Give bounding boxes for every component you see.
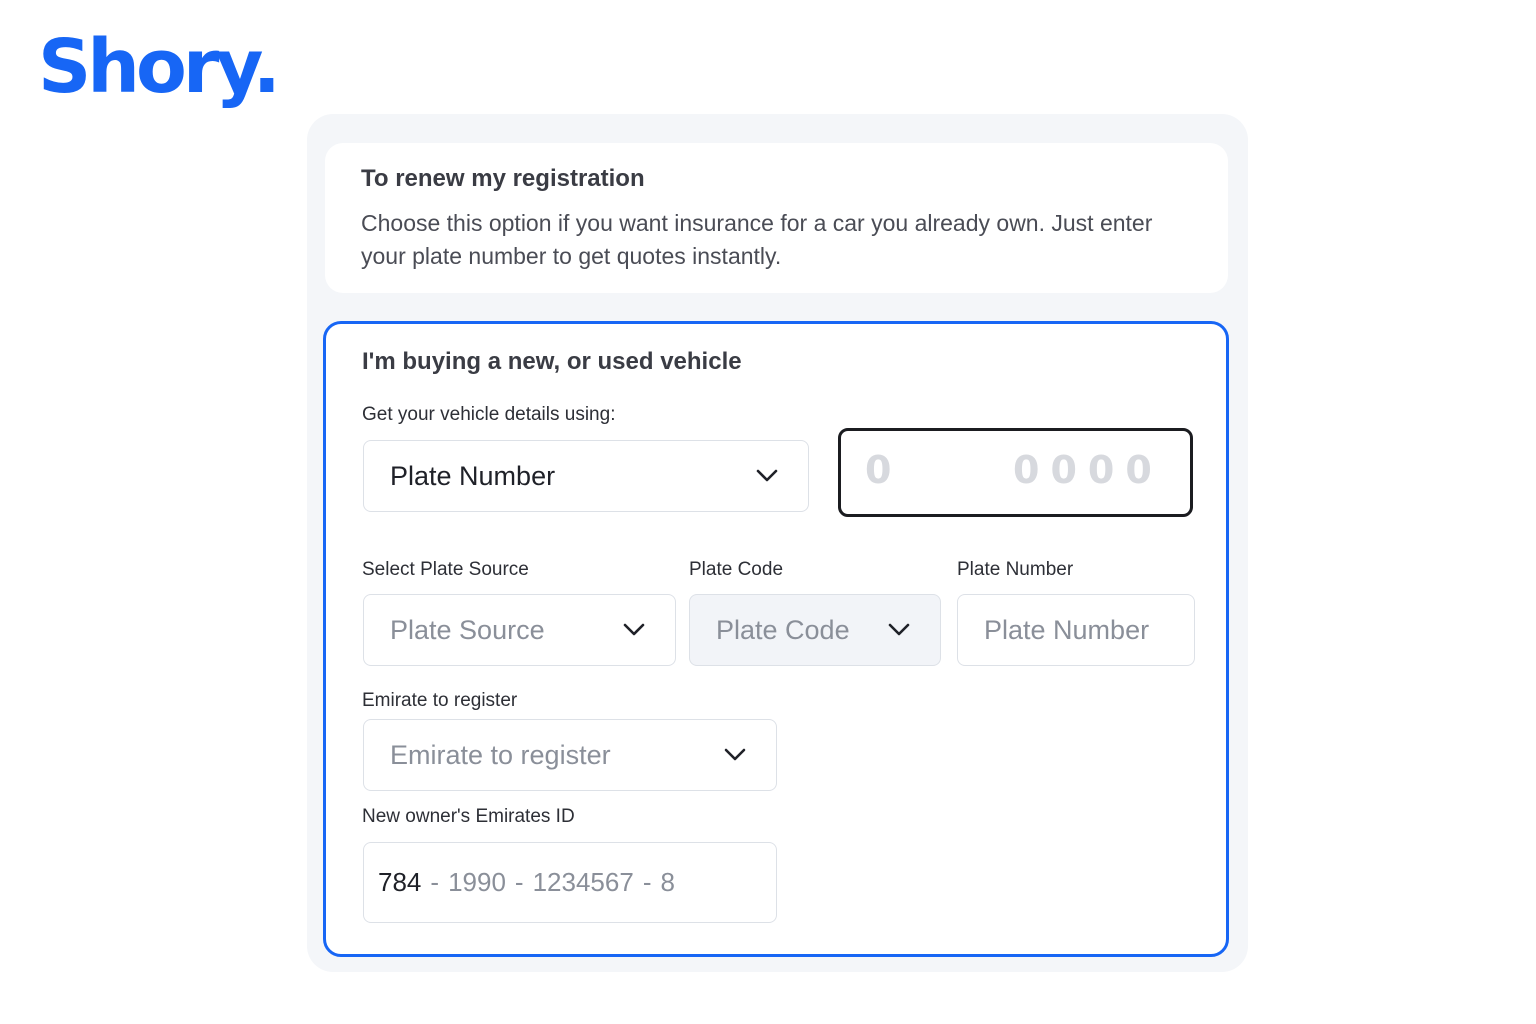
plate-preview-number: 0000 (1013, 448, 1163, 492)
details-method-value: Plate Number (390, 460, 556, 491)
emirates-id-separator: - (430, 867, 440, 897)
plate-preview: 0 0000 (838, 428, 1193, 517)
shory-logo: Shory. (38, 24, 281, 110)
emirate-label: Emirate to register (362, 690, 518, 711)
renew-option-description: Choose this option if you want insurance… (361, 210, 1153, 269)
plate-code-placeholder: Plate Code (716, 614, 850, 645)
plate-code-label: Plate Code (689, 559, 784, 580)
emirate-select[interactable]: Emirate to register (363, 719, 777, 791)
plate-code-select[interactable]: Plate Code (689, 594, 941, 666)
plate-number-label: Plate Number (957, 559, 1074, 580)
emirates-id-input[interactable]: 784 - 1990 - 1234567 - 8 (363, 842, 777, 923)
chevron-down-icon (756, 469, 778, 483)
renew-option-card[interactable]: To renew my registration Choose this opt… (325, 143, 1228, 293)
emirates-id-check: 8 (660, 867, 675, 897)
emirates-id-prefix: 784 (378, 867, 422, 897)
plate-source-label: Select Plate Source (362, 559, 529, 580)
plate-number-input[interactable]: Plate Number (957, 594, 1195, 666)
emirates-id-separator: - (514, 867, 524, 897)
plate-preview-code: 0 (865, 448, 892, 492)
buy-option-title: I'm buying a new, or used vehicle (362, 348, 742, 375)
plate-number-placeholder: Plate Number (984, 614, 1150, 645)
details-method-select[interactable]: Plate Number (363, 440, 809, 512)
details-method-label: Get your vehicle details using: (362, 404, 616, 425)
emirate-placeholder: Emirate to register (390, 739, 611, 770)
chevron-down-icon (888, 623, 910, 637)
renew-option-title: To renew my registration (361, 165, 645, 192)
chevron-down-icon (724, 748, 746, 762)
buy-vehicle-option-card[interactable]: I'm buying a new, or used vehicle Get yo… (323, 321, 1229, 957)
chevron-down-icon (623, 623, 645, 637)
emirates-id-label: New owner's Emirates ID (362, 806, 575, 827)
plate-source-select[interactable]: Plate Source (363, 594, 676, 666)
page: Shory. To renew my registration Choose t… (0, 0, 1536, 1024)
plate-source-placeholder: Plate Source (390, 614, 545, 645)
emirates-id-separator: - (642, 867, 652, 897)
emirates-id-serial: 1234567 (532, 867, 634, 897)
emirates-id-year: 1990 (448, 867, 506, 897)
